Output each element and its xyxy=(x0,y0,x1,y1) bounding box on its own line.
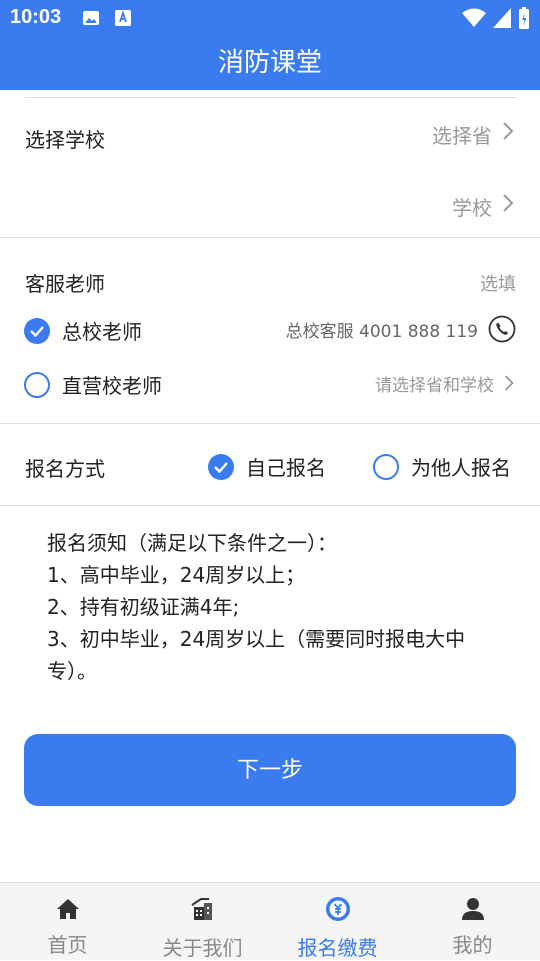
tab-mine[interactable]: 我的 xyxy=(405,883,540,961)
notice-line: 报名须知（满足以下条件之一）： xyxy=(47,531,337,555)
radio-unchecked-icon xyxy=(24,371,50,398)
radio-checked-icon xyxy=(24,317,50,344)
divider xyxy=(0,505,540,506)
keyboard-a-icon xyxy=(115,10,131,26)
hotline-text: 总校客服 4001 888 119 xyxy=(285,321,478,342)
gallery-icon xyxy=(83,11,99,25)
province-placeholder: 选择省 xyxy=(432,124,492,148)
school-placeholder: 学校 xyxy=(452,196,492,220)
radio-unchecked-icon xyxy=(373,453,399,480)
main-school-hotline[interactable]: 总校客服 4001 888 119 xyxy=(286,313,516,345)
school-label: 选择学校 xyxy=(25,128,105,152)
radio-others-signup[interactable]: 为他人报名 xyxy=(373,452,511,481)
chevron-right-icon xyxy=(503,122,514,140)
chevron-right-icon xyxy=(503,194,514,212)
payment-icon xyxy=(325,897,350,921)
tab-label: 报名缴费 xyxy=(297,936,378,960)
tab-home[interactable]: 首页 xyxy=(0,883,135,961)
radio-label: 直营校老师 xyxy=(62,374,162,398)
chevron-right-icon xyxy=(504,375,514,391)
divider xyxy=(0,423,540,424)
notice-line: 2、持有初级证满4年; xyxy=(47,595,240,619)
divider xyxy=(25,97,516,98)
home-icon xyxy=(56,899,79,919)
radio-self-signup[interactable]: 自己报名 xyxy=(208,452,326,481)
branch-school-hint: 请选择省和学校 xyxy=(375,375,494,396)
radio-branch-school-teacher[interactable]: 直营校老师 xyxy=(24,370,162,399)
radio-label: 总校老师 xyxy=(62,320,142,344)
radio-label: 自己报名 xyxy=(246,456,326,480)
teacher-label: 客服老师 xyxy=(25,272,105,296)
tab-label: 我的 xyxy=(452,933,493,957)
building-icon xyxy=(190,898,212,920)
phone-icon xyxy=(488,315,516,343)
user-icon xyxy=(461,898,484,920)
next-step-button[interactable]: 下一步 xyxy=(24,734,516,806)
signup-method-label: 报名方式 xyxy=(25,457,105,481)
signal-icon xyxy=(493,8,511,28)
divider xyxy=(0,237,540,238)
tab-label: 首页 xyxy=(47,933,88,957)
status-bar: 10:03 xyxy=(0,0,540,36)
tab-about-us[interactable]: 关于我们 xyxy=(135,883,270,961)
tab-label: 关于我们 xyxy=(162,936,243,960)
tab-signup-payment[interactable]: 报名缴费 xyxy=(270,883,405,961)
status-time: 10:03 xyxy=(10,6,62,28)
notice-line: 1、高中毕业，24周岁以上； xyxy=(47,563,306,587)
radio-main-school-teacher[interactable]: 总校老师 xyxy=(24,316,142,345)
province-selector[interactable]: 选择省 xyxy=(400,112,520,152)
optional-hint: 选填 xyxy=(480,274,516,295)
signup-notice: 报名须知（满足以下条件之一）： 1、高中毕业，24周岁以上； 2、持有初级证满4… xyxy=(47,527,507,687)
radio-checked-icon xyxy=(208,453,234,480)
school-selector[interactable]: 学校 xyxy=(400,184,520,224)
bottom-tab-bar: 首页 关于我们 报名缴费 我的 xyxy=(0,882,540,960)
battery-icon xyxy=(519,7,529,29)
page-title: 消防课堂 xyxy=(0,36,540,90)
wifi-icon xyxy=(462,8,486,27)
radio-label: 为他人报名 xyxy=(411,456,511,480)
notice-line: 3、初中毕业，24周岁以上（需要同时报电大中专）。 xyxy=(47,627,466,683)
branch-school-selector[interactable]: 请选择省和学校 xyxy=(375,368,516,398)
